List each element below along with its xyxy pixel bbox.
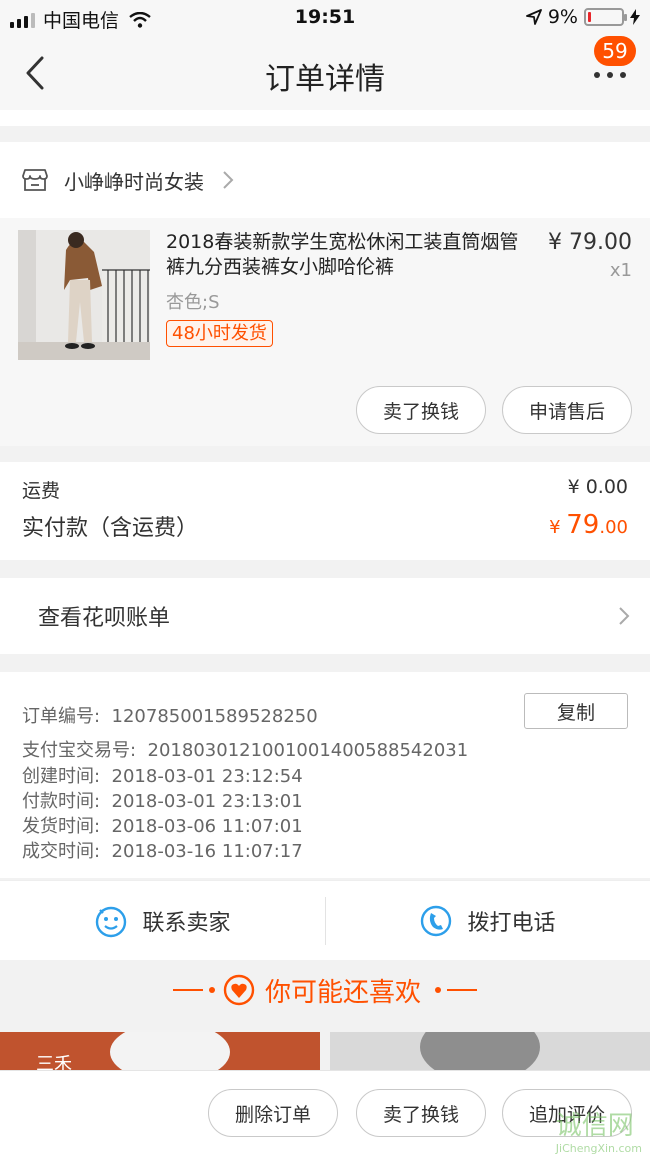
battery-icon — [584, 8, 627, 26]
product-photo — [18, 230, 150, 360]
after-sales-button[interactable]: 申请售后 — [502, 386, 632, 434]
watermark: 诚信网 JiChengXin.com — [555, 1111, 642, 1155]
recommend-header: 你可能还喜欢 — [0, 968, 650, 1012]
product-sku: 杏色;S — [166, 292, 220, 313]
huabei-bill-row[interactable]: 查看花呗账单 — [0, 578, 650, 654]
huabei-bill-label: 查看花呗账单 — [38, 606, 171, 631]
location-arrow-icon — [525, 9, 542, 25]
contact-seller-button[interactable]: 联系卖家 — [0, 881, 325, 961]
more-icon[interactable] — [594, 64, 628, 84]
page-title: 订单详情 — [265, 62, 385, 97]
recommend-item-2[interactable] — [330, 1032, 650, 1072]
chevron-right-icon — [619, 607, 630, 625]
phone-icon — [421, 905, 452, 937]
copy-button[interactable]: 复制 — [524, 693, 628, 729]
product-title[interactable]: 2018春装新款学生宽松休闲工装直筒烟管裤九分西装裤女小脚哈伦裤 — [166, 230, 536, 280]
shipped-time: 发货时间: 2018-03-06 11:07:01 — [22, 816, 303, 837]
completed-time: 成交时间: 2018-03-16 11:07:17 — [22, 841, 303, 862]
resell-bottom-button[interactable]: 卖了换钱 — [356, 1089, 486, 1137]
store-icon — [22, 169, 48, 191]
recommend-item-brand: 三禾 — [36, 1054, 72, 1072]
call-button[interactable]: 拨打电话 — [325, 881, 650, 961]
product-item[interactable]: 2018春装新款学生宽松休闲工装直筒烟管裤九分西装裤女小脚哈伦裤 杏色;S 48… — [0, 218, 650, 446]
nav-bar: 订单详情 59 — [0, 36, 650, 110]
paid-time: 付款时间: 2018-03-01 23:13:01 — [22, 791, 303, 812]
product-quantity: x1 — [609, 260, 632, 281]
order-number: 订单编号: 120785001589528250 — [22, 706, 318, 727]
fee-summary: 运费 ¥ 0.00 实付款（含运费） ¥ 79.00 — [0, 462, 650, 560]
total-paid-value: ¥ 79.00 — [549, 510, 628, 540]
product-price: ¥ 79.00 — [548, 230, 632, 255]
product-thumbnail[interactable] — [18, 230, 150, 360]
status-bar: 中国电信 19:51 9% — [0, 0, 650, 36]
resell-button[interactable]: 卖了换钱 — [356, 386, 486, 434]
order-info: 订单编号: 120785001589528250 复制 支付宝交易号: 2018… — [0, 672, 650, 878]
recommend-title: 你可能还喜欢 — [264, 977, 421, 1008]
shop-name: 小峥峥时尚女装 — [64, 169, 204, 194]
bottom-action-bar: 删除订单 卖了换钱 追加评价 诚信网 JiChengXin.com — [0, 1070, 650, 1156]
contact-seller-label: 联系卖家 — [142, 911, 231, 936]
shop-row[interactable]: 小峥峥时尚女装 — [0, 142, 650, 218]
contact-bar: 联系卖家 拨打电话 — [0, 880, 650, 960]
chat-face-icon — [96, 906, 127, 938]
chevron-right-icon — [223, 171, 234, 189]
recommend-item-1[interactable]: 三禾 — [0, 1032, 320, 1072]
delete-order-button[interactable]: 删除订单 — [208, 1089, 338, 1137]
shipping-fee-label: 运费 — [22, 480, 61, 502]
total-paid-label: 实付款（含运费） — [22, 516, 199, 541]
charging-icon — [630, 9, 640, 25]
shipping-fee-value: ¥ 0.00 — [567, 476, 628, 498]
heart-icon — [223, 974, 255, 1006]
alipay-trade-number: 支付宝交易号: 2018030121001001400588542031 — [22, 740, 469, 761]
shipping-tag: 48小时发货 — [166, 320, 273, 347]
call-label: 拨打电话 — [467, 911, 556, 936]
spacer — [0, 110, 650, 126]
created-time: 创建时间: 2018-03-01 23:12:54 — [22, 766, 303, 787]
battery-percent: 9% — [547, 6, 578, 28]
message-count-badge: 59 — [594, 36, 636, 66]
